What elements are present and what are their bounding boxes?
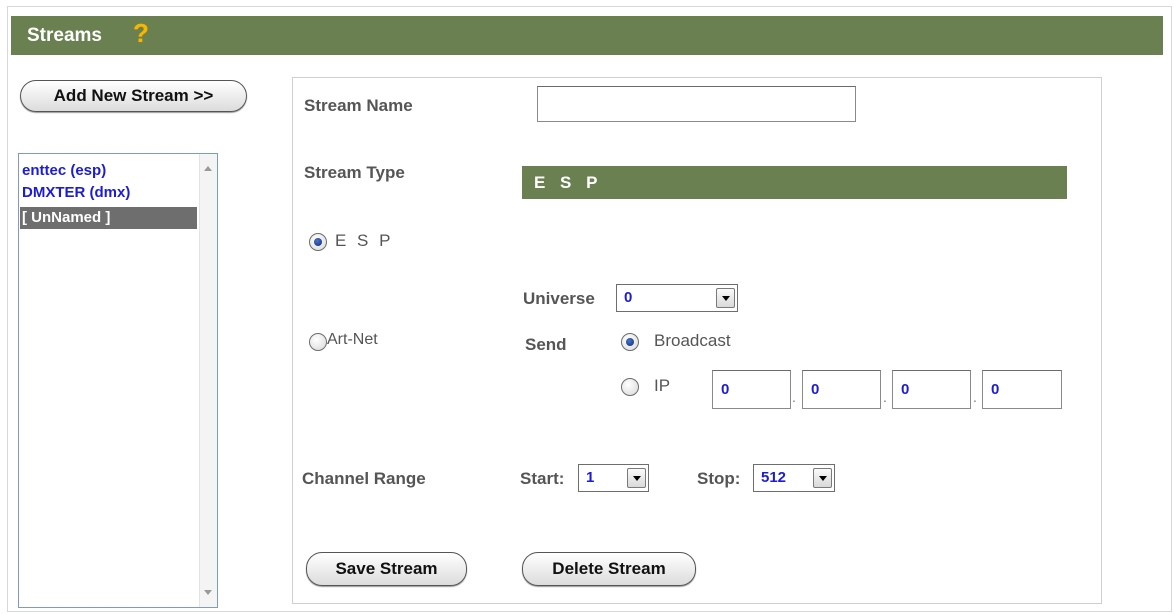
broadcast-radio-label: Broadcast — [654, 331, 731, 350]
ip-octet-4[interactable] — [982, 370, 1062, 409]
universe-value: 0 — [624, 289, 633, 306]
list-item[interactable]: enttec (esp) — [20, 160, 197, 182]
channel-range-label: Channel Range — [302, 469, 426, 488]
save-stream-button[interactable]: Save Stream — [306, 552, 467, 586]
add-new-stream-button[interactable]: Add New Stream >> — [20, 80, 247, 112]
chevron-down-icon[interactable] — [716, 288, 735, 308]
artnet-radio[interactable] — [309, 333, 327, 351]
ip-octet-2[interactable] — [802, 370, 881, 409]
stream-name-input[interactable] — [537, 86, 856, 122]
start-select[interactable]: 1 — [578, 464, 649, 492]
chevron-down-icon[interactable] — [627, 468, 646, 488]
artnet-radio-label: Art-Net — [327, 331, 378, 348]
scroll-up-icon[interactable] — [204, 166, 212, 171]
list-item-selected[interactable]: [ UnNamed ] — [20, 207, 197, 229]
ip-octet-1[interactable] — [712, 370, 791, 409]
ip-separator: . — [883, 389, 887, 405]
ip-radio[interactable] — [621, 378, 639, 396]
ip-separator: . — [973, 389, 977, 405]
list-scrollbar[interactable] — [199, 154, 217, 607]
start-label: Start: — [520, 469, 565, 488]
list-item[interactable]: DMXTER (dmx) — [20, 182, 197, 204]
broadcast-radio[interactable] — [621, 333, 639, 351]
chevron-down-icon[interactable] — [813, 468, 832, 488]
delete-stream-button[interactable]: Delete Stream — [522, 552, 696, 586]
stream-list[interactable]: enttec (esp) DMXTER (dmx) [ UnNamed ] — [18, 153, 218, 608]
ip-radio-label: IP — [654, 376, 671, 395]
esp-radio[interactable] — [309, 233, 327, 251]
stream-type-display: E S P — [522, 166, 1067, 199]
help-icon[interactable]: ? — [133, 18, 149, 49]
send-label: Send — [525, 335, 567, 354]
ip-separator: . — [792, 389, 796, 405]
esp-radio-label: E S P — [335, 231, 394, 250]
ip-octet-3[interactable] — [892, 370, 971, 409]
stop-value: 512 — [761, 469, 787, 486]
stream-name-label: Stream Name — [304, 96, 413, 115]
streams-header: Streams ? — [11, 16, 1163, 55]
universe-label: Universe — [523, 289, 595, 308]
universe-select[interactable]: 0 — [616, 284, 738, 312]
start-value: 1 — [586, 469, 595, 486]
stop-select[interactable]: 512 — [753, 464, 835, 492]
page-title: Streams — [27, 25, 102, 46]
scroll-down-icon[interactable] — [204, 590, 212, 595]
stop-label: Stop: — [697, 469, 741, 488]
stream-type-label: Stream Type — [304, 163, 405, 182]
